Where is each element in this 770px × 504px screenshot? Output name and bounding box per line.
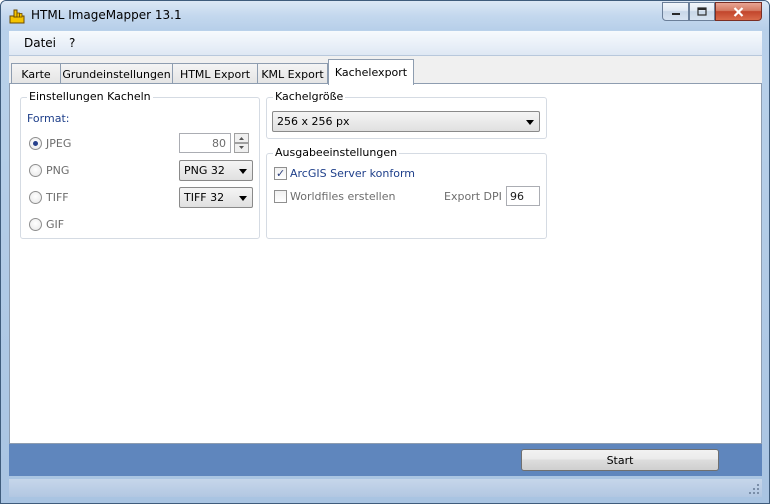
radio-tiff[interactable] xyxy=(29,191,42,204)
minimize-icon xyxy=(671,12,680,15)
menu-item-datei[interactable]: Datei xyxy=(24,36,56,50)
export-dpi-label: Export DPI xyxy=(444,190,502,203)
tile-size-dropdown[interactable]: 256 x 256 px xyxy=(272,111,540,132)
format-label: Format: xyxy=(27,112,70,125)
jpeg-quality-spin-up[interactable] xyxy=(234,133,249,143)
chevron-down-icon xyxy=(239,196,247,201)
tile-settings-group: Einstellungen Kacheln Format: JPEG 80 PN… xyxy=(20,90,260,239)
tab-strip: Karte Grundeinstellungen HTML Export KML… xyxy=(9,56,762,85)
tile-settings-title: Einstellungen Kacheln xyxy=(27,90,153,103)
tab-kml-export[interactable]: KML Export xyxy=(257,63,328,84)
status-bar xyxy=(9,479,762,497)
tile-size-title: Kachelgröße xyxy=(273,90,346,103)
export-dpi-input[interactable]: 96 xyxy=(506,186,540,206)
tiff-depth-dropdown[interactable]: TIFF 32 xyxy=(179,187,253,208)
chevron-down-icon xyxy=(526,120,534,125)
radio-jpeg-label[interactable]: JPEG xyxy=(46,137,71,150)
worldfiles-label[interactable]: Worldfiles erstellen xyxy=(290,190,395,203)
tab-karte[interactable]: Karte xyxy=(11,63,61,84)
radio-gif-label[interactable]: GIF xyxy=(46,218,64,231)
png-depth-dropdown[interactable]: PNG 32 xyxy=(179,160,253,181)
output-settings-title: Ausgabeeinstellungen xyxy=(273,146,400,159)
jpeg-quality-input[interactable]: 80 xyxy=(179,133,231,153)
tab-content-kachelexport: Einstellungen Kacheln Format: JPEG 80 PN… xyxy=(9,83,762,444)
export-dpi-value: 96 xyxy=(510,190,524,203)
jpeg-quality-value: 80 xyxy=(212,137,226,150)
radio-png[interactable] xyxy=(29,164,42,177)
minimize-button[interactable] xyxy=(662,2,689,21)
close-icon xyxy=(733,6,744,17)
spin-up-icon xyxy=(239,137,244,140)
checkmark-icon: ✓ xyxy=(276,167,286,180)
chevron-down-icon xyxy=(239,169,247,174)
menu-item-help[interactable]: ? xyxy=(69,36,75,50)
start-button[interactable]: Start xyxy=(521,449,719,471)
application-window: HTML ImageMapper 13.1 Datei ? Karte Grun… xyxy=(0,0,770,504)
tab-kachelexport[interactable]: Kachelexport xyxy=(328,59,414,85)
tiff-depth-value: TIFF 32 xyxy=(184,191,225,204)
action-bar: Start xyxy=(9,444,762,476)
tab-grundeinstellungen[interactable]: Grundeinstellungen xyxy=(60,63,173,84)
tile-size-group: Kachelgröße 256 x 256 px xyxy=(266,90,547,139)
maximize-button[interactable] xyxy=(689,2,715,21)
menu-bar: Datei ? xyxy=(9,31,762,56)
close-button[interactable] xyxy=(715,2,762,21)
tab-html-export[interactable]: HTML Export xyxy=(172,63,258,84)
arcgis-label[interactable]: ArcGIS Server konform xyxy=(290,167,415,180)
jpeg-quality-spin-down[interactable] xyxy=(234,143,249,153)
arcgis-checkbox[interactable]: ✓ xyxy=(274,167,287,180)
title-bar[interactable]: HTML ImageMapper 13.1 xyxy=(1,1,769,30)
png-depth-value: PNG 32 xyxy=(184,164,225,177)
spin-down-icon xyxy=(239,146,244,149)
maximize-icon xyxy=(697,7,707,16)
radio-tiff-label[interactable]: TIFF xyxy=(46,191,69,204)
radio-gif[interactable] xyxy=(29,218,42,231)
window-title: HTML ImageMapper 13.1 xyxy=(31,8,182,22)
radio-jpeg[interactable] xyxy=(29,137,42,150)
output-settings-group: Ausgabeeinstellungen ✓ ArcGIS Server kon… xyxy=(266,146,547,239)
radio-png-label[interactable]: PNG xyxy=(46,164,69,177)
hand-pointer-icon xyxy=(9,9,25,24)
worldfiles-checkbox[interactable] xyxy=(274,190,287,203)
tile-size-value: 256 x 256 px xyxy=(277,115,350,128)
resize-grip-icon[interactable] xyxy=(748,483,760,495)
